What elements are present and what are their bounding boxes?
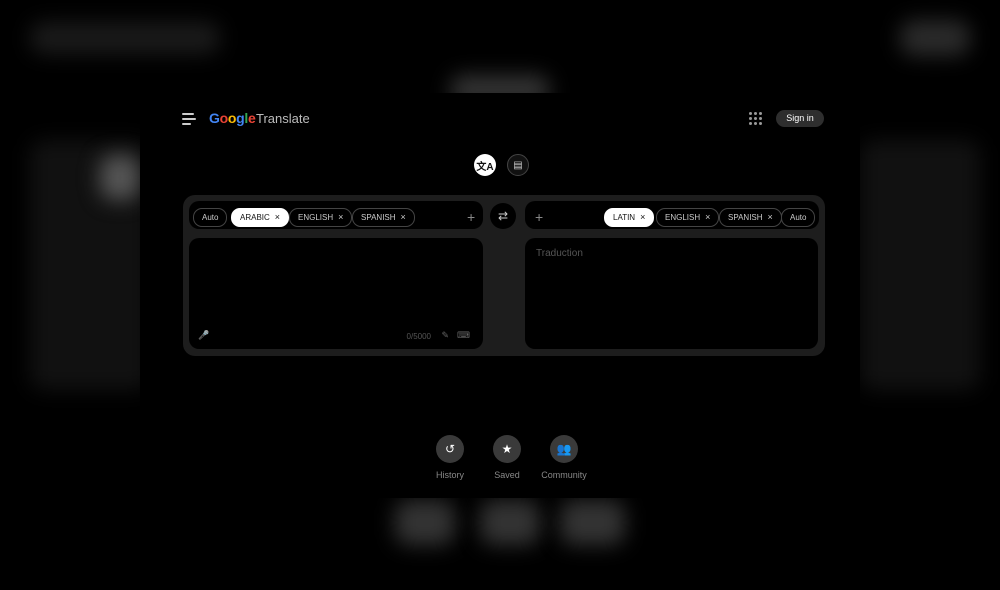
saved-label: Saved bbox=[494, 470, 520, 480]
sign-in-button[interactable]: Sign in bbox=[776, 110, 824, 127]
translation-placeholder: Traduction bbox=[536, 248, 583, 259]
close-icon[interactable]: × bbox=[768, 212, 773, 222]
background-blur bbox=[395, 500, 455, 545]
background-blur bbox=[860, 140, 980, 390]
background-blur bbox=[900, 20, 970, 56]
close-icon[interactable]: × bbox=[338, 212, 343, 222]
community-icon: 👥 bbox=[556, 442, 572, 456]
pencil-icon[interactable]: ✎ bbox=[441, 330, 449, 341]
document-icon: ▤ bbox=[513, 159, 523, 171]
background-blur bbox=[100, 155, 140, 200]
source-chip-spanish[interactable]: SPANISH × bbox=[352, 208, 415, 227]
text-mode-button[interactable]: 文A bbox=[474, 154, 496, 176]
source-chip-auto[interactable]: Auto bbox=[193, 208, 228, 227]
character-counter: 0/5000 bbox=[406, 332, 431, 341]
target-chip-auto[interactable]: Auto bbox=[781, 208, 816, 227]
translate-icon: 文A bbox=[476, 161, 494, 173]
target-chip-english[interactable]: ENGLISH × bbox=[656, 208, 720, 227]
close-icon[interactable]: × bbox=[640, 212, 645, 222]
community-label: Community bbox=[541, 470, 587, 480]
history-nav[interactable]: ↺ History bbox=[420, 435, 480, 480]
microphone-icon[interactable]: 🎤 bbox=[198, 330, 209, 341]
close-icon[interactable]: × bbox=[705, 212, 710, 222]
source-language-bar: Auto ARABIC × ENGLISH × SPANISH × + bbox=[189, 201, 483, 229]
translation-panel: Auto ARABIC × ENGLISH × SPANISH × + ⇄ + LAT… bbox=[183, 195, 825, 356]
add-source-language-icon[interactable]: + bbox=[467, 210, 475, 224]
background-blur bbox=[480, 500, 540, 545]
swap-icon: ⇄ bbox=[497, 209, 509, 223]
keyboard-icon[interactable]: ⌨ bbox=[457, 330, 470, 341]
document-mode-button[interactable]: ▤ bbox=[507, 154, 529, 176]
translate-card: Google Translate Sign in 文A ▤ Auto ARABI… bbox=[140, 93, 860, 498]
product-name: Translate bbox=[256, 111, 310, 126]
close-icon[interactable]: × bbox=[401, 212, 406, 222]
translation-output: Traduction bbox=[525, 238, 818, 349]
source-text-input[interactable]: 🎤 0/5000 ✎ ⌨ bbox=[189, 238, 483, 349]
saved-nav[interactable]: ★ Saved bbox=[477, 435, 537, 480]
source-chip-english[interactable]: ENGLISH × bbox=[289, 208, 353, 227]
history-label: History bbox=[435, 470, 464, 480]
menu-icon[interactable] bbox=[182, 113, 196, 125]
history-icon: ↺ bbox=[444, 442, 456, 456]
apps-grid-icon[interactable] bbox=[749, 112, 763, 126]
top-bar: Google Translate Sign in bbox=[140, 93, 860, 145]
close-icon[interactable]: × bbox=[275, 212, 280, 222]
google-logo: Google bbox=[209, 110, 256, 126]
community-nav[interactable]: 👥 Community bbox=[534, 435, 594, 480]
source-chip-arabic[interactable]: ARABIC × bbox=[231, 208, 290, 227]
target-language-bar: + LATIN × ENGLISH × SPANISH × Auto bbox=[525, 201, 819, 229]
target-chip-latin[interactable]: LATIN × bbox=[604, 208, 655, 227]
background-blur bbox=[560, 500, 625, 545]
target-chip-spanish[interactable]: SPANISH × bbox=[719, 208, 782, 227]
star-icon: ★ bbox=[501, 442, 513, 456]
swap-languages-button[interactable]: ⇄ bbox=[490, 203, 516, 229]
background-blur bbox=[30, 22, 220, 54]
add-target-language-icon[interactable]: + bbox=[535, 210, 543, 224]
